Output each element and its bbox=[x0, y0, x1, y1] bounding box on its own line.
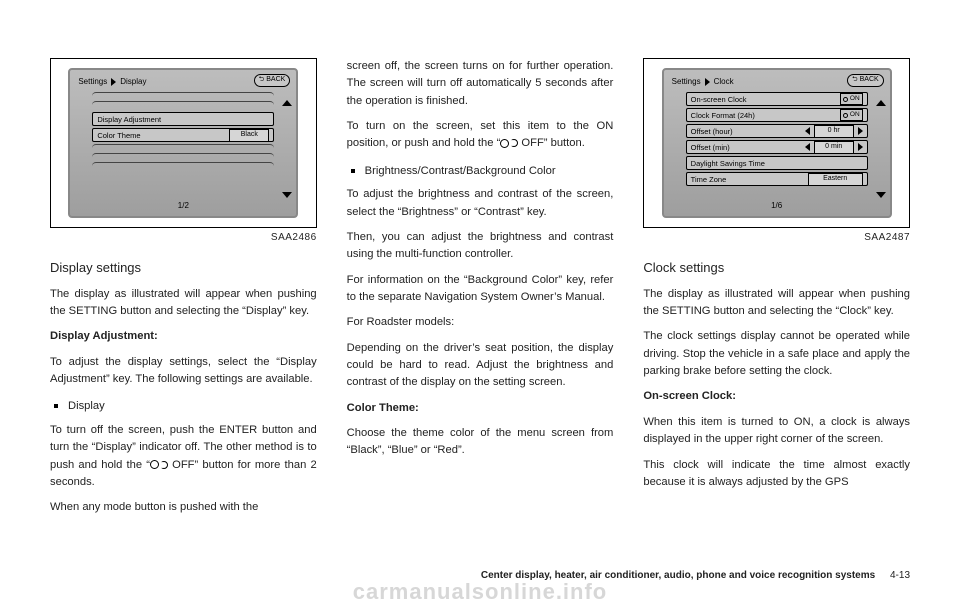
breadcrumb-current: Clock bbox=[714, 76, 734, 88]
chevron-right-icon bbox=[705, 78, 710, 86]
back-arrow-icon: ⮌ bbox=[259, 75, 265, 86]
subhead-display-adjustment: Display Adjustment: bbox=[50, 328, 317, 345]
menu-row-timezone[interactable]: Time ZoneEastern bbox=[686, 172, 868, 186]
subhead-onscreen-clock: On-screen Clock: bbox=[643, 388, 910, 405]
page-indicator: 1/2 bbox=[70, 200, 296, 212]
figure-2: Settings Clock ⮌ BACK On-screen ClockON … bbox=[643, 58, 910, 254]
menu-row-display-adjustment[interactable]: Display Adjustment bbox=[92, 112, 274, 126]
menu-row-offset-min[interactable]: Offset (min)0 min bbox=[686, 140, 868, 154]
column-2: screen off, the screen turns on for furt… bbox=[347, 58, 614, 581]
menu-label: Color Theme bbox=[97, 130, 140, 142]
watermark: carmanualsonline.info bbox=[0, 579, 960, 605]
body-text: For information on the “Background Color… bbox=[347, 272, 614, 307]
sun-icon bbox=[500, 139, 509, 148]
footer-page-number: 4-13 bbox=[890, 570, 910, 581]
figure-1: Settings Display ⮌ BACK Display Adjustme… bbox=[50, 58, 317, 254]
body-text: Then, you can adjust the brightness and … bbox=[347, 229, 614, 264]
body-text: For Roadster models: bbox=[347, 314, 614, 331]
page-indicator: 1/6 bbox=[664, 200, 890, 212]
figure-2-box: Settings Clock ⮌ BACK On-screen ClockON … bbox=[643, 58, 910, 228]
breadcrumb-current: Display bbox=[120, 76, 146, 88]
heading-clock-settings: Clock settings bbox=[643, 258, 910, 278]
menu-label: Display Adjustment bbox=[97, 114, 161, 126]
toggle-on[interactable]: ON bbox=[840, 93, 863, 105]
column-1: Settings Display ⮌ BACK Display Adjustme… bbox=[50, 58, 317, 581]
chevron-right-icon bbox=[111, 78, 116, 86]
body-text: The clock settings display cannot be ope… bbox=[643, 328, 910, 380]
toggle-on[interactable]: ON bbox=[840, 109, 863, 121]
back-label: BACK bbox=[266, 75, 285, 86]
decrement-icon[interactable] bbox=[805, 143, 810, 151]
body-text: screen off, the screen turns on for furt… bbox=[347, 58, 614, 110]
column-3: Settings Clock ⮌ BACK On-screen ClockON … bbox=[643, 58, 910, 581]
subhead-color-theme: Color Theme: bbox=[347, 400, 614, 417]
menu-row-clock-format[interactable]: Clock Format (24h)ON bbox=[686, 108, 868, 122]
decrement-icon[interactable] bbox=[805, 127, 810, 135]
menu-row-offset-hour[interactable]: Offset (hour)0 hr bbox=[686, 124, 868, 138]
figure-1-box: Settings Display ⮌ BACK Display Adjustme… bbox=[50, 58, 317, 228]
back-arrow-icon: ⮌ bbox=[852, 75, 858, 86]
heading-display-settings: Display settings bbox=[50, 258, 317, 278]
page-footer: Center display, heater, air conditioner,… bbox=[0, 570, 910, 581]
body-text: To adjust the brightness and contrast of… bbox=[347, 186, 614, 221]
figure-1-caption: SAA2486 bbox=[50, 230, 317, 246]
breadcrumb-root: Settings bbox=[672, 76, 701, 88]
menu-row-dst[interactable]: Daylight Savings Time bbox=[686, 156, 868, 170]
bullet-brightness: Brightness/Contrast/Background Color bbox=[347, 163, 614, 180]
bullet-display: Display bbox=[50, 398, 317, 415]
scroll-down-icon[interactable] bbox=[282, 192, 292, 198]
body-text: When this item is turned to ON, a clock … bbox=[643, 414, 910, 449]
body-text: Choose the theme color of the menu scree… bbox=[347, 425, 614, 460]
increment-icon[interactable] bbox=[858, 127, 863, 135]
manual-page: Settings Display ⮌ BACK Display Adjustme… bbox=[0, 0, 960, 611]
scroll-up-icon[interactable] bbox=[282, 100, 292, 106]
back-button[interactable]: ⮌ BACK bbox=[254, 74, 291, 87]
scroll-up-icon[interactable] bbox=[876, 100, 886, 106]
body-text: The display as illustrated will appear w… bbox=[50, 286, 317, 321]
moon-icon bbox=[160, 461, 168, 469]
breadcrumb-root: Settings bbox=[78, 76, 107, 88]
figure-2-caption: SAA2487 bbox=[643, 230, 910, 246]
display-settings-screen: Settings Display ⮌ BACK Display Adjustme… bbox=[68, 68, 298, 218]
clock-settings-screen: Settings Clock ⮌ BACK On-screen ClockON … bbox=[662, 68, 892, 218]
body-text: This clock will indicate the time almost… bbox=[643, 457, 910, 492]
sun-icon bbox=[150, 460, 159, 469]
color-theme-value: Black bbox=[229, 129, 269, 142]
menu-row-color-theme[interactable]: Color Theme Black bbox=[92, 128, 274, 142]
body-text: To turn on the screen, set this item to … bbox=[347, 118, 614, 153]
footer-section: Center display, heater, air conditioner,… bbox=[481, 570, 875, 581]
body-text: The display as illustrated will appear w… bbox=[643, 286, 910, 321]
back-button[interactable]: ⮌ BACK bbox=[847, 74, 884, 87]
body-text: Depending on the driver’s seat position,… bbox=[347, 340, 614, 392]
back-label: BACK bbox=[860, 75, 879, 86]
body-text: To adjust the display settings, select t… bbox=[50, 354, 317, 389]
body-text: To turn off the screen, push the ENTER b… bbox=[50, 422, 317, 491]
menu-row-onscreen-clock[interactable]: On-screen ClockON bbox=[686, 92, 868, 106]
scroll-down-icon[interactable] bbox=[876, 192, 886, 198]
body-text: When any mode button is pushed with the bbox=[50, 499, 317, 516]
increment-icon[interactable] bbox=[858, 143, 863, 151]
